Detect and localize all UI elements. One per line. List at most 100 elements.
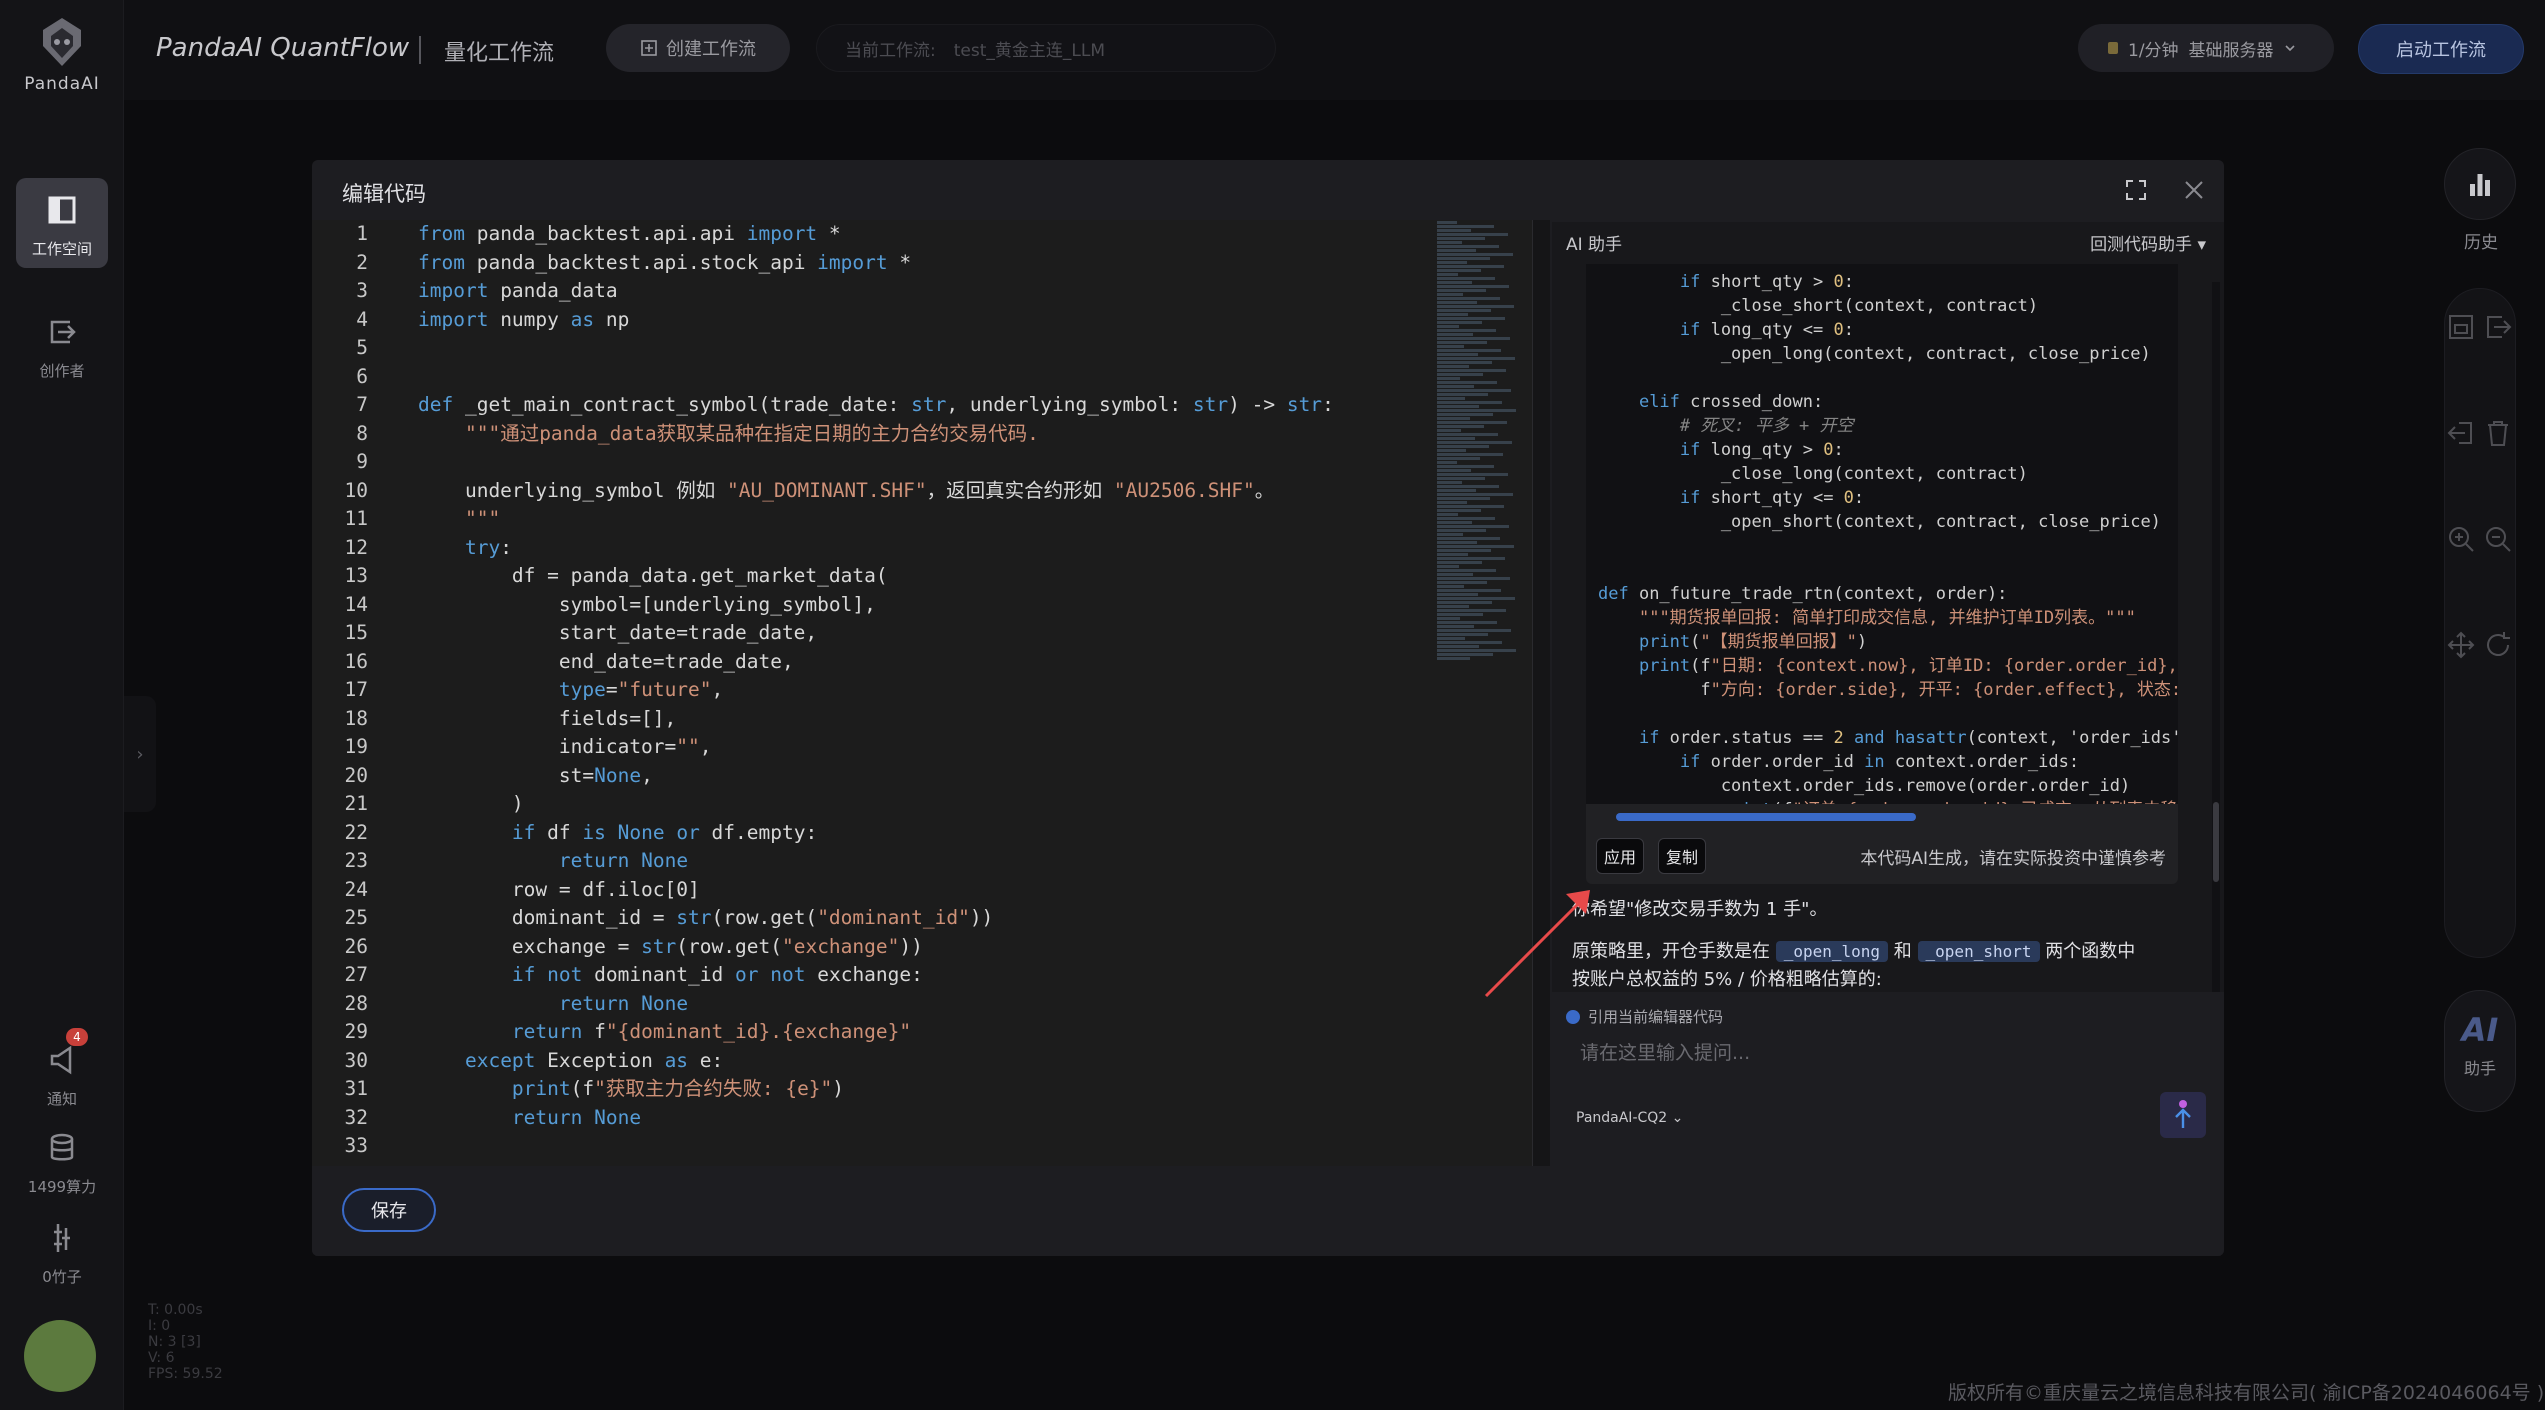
export-icon[interactable] [2482, 311, 2514, 343]
code-hscrollbar[interactable] [1596, 812, 2168, 822]
save-button[interactable]: 保存 [342, 1188, 436, 1232]
history-button[interactable] [2444, 148, 2516, 220]
code-line[interactable]: 6 [312, 363, 1432, 392]
minimap-line [1437, 493, 1513, 496]
code-line[interactable]: 4 import numpy as np [312, 306, 1432, 335]
minimap-line [1437, 409, 1516, 412]
quote-editor-toggle[interactable]: 引用当前编辑器代码 [1566, 1006, 1723, 1027]
sidebar-item-compute[interactable]: 1499算力 [16, 1116, 108, 1196]
line-content: st=None, [418, 763, 653, 787]
current-flow-name: test_黄金主连_LLM [953, 40, 1105, 61]
code-line[interactable]: 3 import panda_data [312, 277, 1432, 306]
minimap-line [1437, 437, 1475, 440]
code-line[interactable]: 27 if not dominant_id or not exchange: [312, 961, 1432, 990]
minimap-line [1437, 489, 1476, 492]
server-select[interactable]: 1/分钟 基础服务器 [2078, 24, 2334, 72]
divider [419, 36, 421, 64]
minimap-line [1437, 413, 1493, 416]
code-line[interactable]: 26 exchange = str(row.get("exchange")) [312, 933, 1432, 962]
code-line[interactable]: 2 from panda_backtest.api.stock_api impor… [312, 249, 1432, 278]
minimap-line [1437, 589, 1501, 592]
code-line[interactable]: 33 [312, 1132, 1432, 1161]
line-number: 30 [344, 1048, 368, 1072]
editor-scrollbar[interactable] [1532, 220, 1550, 1166]
line-number: 5 [356, 336, 368, 359]
scroll-thumb[interactable] [2213, 802, 2219, 882]
move-icon[interactable] [2445, 629, 2477, 661]
close-icon[interactable] [2182, 178, 2206, 202]
code-line[interactable]: 8 """通过panda_data获取某品种在指定日期的主力合约交易代码. [312, 420, 1432, 449]
save-icon[interactable] [2445, 311, 2477, 343]
code-line[interactable]: 1 from panda_backtest.api.api import * [312, 220, 1432, 249]
minimap-line [1437, 565, 1459, 568]
code-line[interactable]: 29 return f"{dominant_id}.{exchange}" [312, 1018, 1432, 1047]
code-line[interactable]: 20 st=None, [312, 762, 1432, 791]
sidebar-item-notify[interactable]: 4 通知 [16, 1028, 108, 1108]
ai-chat-scroll[interactable]: if short_qty > 0: _close_short(context, … [1552, 264, 2212, 994]
minimap-line [1437, 557, 1505, 560]
code-line[interactable]: 23 return None [312, 847, 1432, 876]
line-content: exchange = str(row.get("exchange")) [418, 934, 923, 958]
app-logo[interactable]: PandaAI [20, 16, 104, 94]
question-input[interactable]: 请在这里输入提问... [1580, 1038, 1750, 1065]
minimap-line [1437, 517, 1495, 520]
code-minimap[interactable] [1437, 220, 1537, 780]
minimap-line [1437, 329, 1496, 332]
code-line[interactable]: 30 except Exception as e: [312, 1047, 1432, 1076]
create-workflow-button[interactable]: 创建工作流 [606, 24, 790, 72]
sidebar-expand-handle[interactable]: › [124, 696, 156, 812]
sidebar-item-workspace[interactable]: 工作空间 [16, 178, 108, 268]
apply-button[interactable]: 应用 [1596, 838, 1644, 874]
code-line[interactable]: 19 indicator="", [312, 733, 1432, 762]
trash-icon[interactable] [2482, 417, 2514, 449]
current-workflow-field[interactable]: 当前工作流: test_黄金主连_LLM [816, 24, 1276, 72]
assistant-button[interactable]: AI 助手 [2444, 990, 2516, 1112]
refresh-icon[interactable] [2482, 629, 2514, 661]
code-line[interactable]: 31 print(f"获取主力合约失败: {e}") [312, 1075, 1432, 1104]
code-line[interactable]: 14 symbol=[underlying_symbol], [312, 591, 1432, 620]
code-line[interactable]: 9 [312, 448, 1432, 477]
model-select[interactable]: PandaAI-CQ2 ⌄ [1576, 1110, 1683, 1126]
code-line[interactable]: 7 def _get_main_contract_symbol(trade_dat… [312, 391, 1432, 420]
code-line[interactable]: 28 return None [312, 990, 1432, 1019]
code-line[interactable]: 24 row = df.iloc[0] [312, 876, 1432, 905]
code-line[interactable]: 22 if df is None or df.empty: [312, 819, 1432, 848]
code-editor[interactable]: 1 from panda_backtest.api.api import * 2 fr… [312, 220, 1532, 1166]
code-line[interactable]: 21 ) [312, 790, 1432, 819]
sidebar-item-bamboo[interactable]: 0竹子 [16, 1206, 108, 1286]
zoom-out-icon[interactable] [2482, 523, 2514, 555]
import-icon[interactable] [2445, 417, 2477, 449]
scroll-thumb[interactable] [1616, 813, 1916, 821]
sidebar-item-label: 1499算力 [27, 1178, 97, 1196]
code-line[interactable]: 5 [312, 334, 1432, 363]
fullscreen-icon[interactable] [2124, 178, 2148, 202]
zoom-in-icon[interactable] [2445, 523, 2477, 555]
line-number: 8 [356, 421, 368, 445]
snippet-line: if order.status == 2 and hasattr(context… [1638, 728, 2178, 748]
code-line[interactable]: 18 fields=[], [312, 705, 1432, 734]
code-line[interactable]: 12 try: [312, 534, 1432, 563]
copy-button[interactable]: 复制 [1658, 838, 1706, 874]
code-line[interactable]: 25 dominant_id = str(row.get("dominant_i… [312, 904, 1432, 933]
code-line[interactable]: 10 underlying_symbol 例如 "AU_DOMINANT.SHF… [312, 477, 1432, 506]
line-content: return f"{dominant_id}.{exchange}" [511, 1020, 912, 1043]
minimap-line [1437, 521, 1472, 524]
code-line[interactable]: 16 end_date=trade_date, [312, 648, 1432, 677]
minimap-line [1437, 349, 1501, 352]
code-line[interactable]: 17 type="future", [312, 676, 1432, 705]
radio-icon [1566, 1009, 1580, 1024]
ai-panel-scrollbar[interactable] [2212, 282, 2220, 1002]
assistant-mode-select[interactable]: 回测代码助手 ▾ [2090, 230, 2206, 255]
avatar[interactable] [24, 1320, 96, 1392]
sidebar-item-creator[interactable]: 创作者 [16, 300, 108, 390]
code-line[interactable]: 32 return None [312, 1104, 1432, 1133]
code-line[interactable]: 11 """ [312, 505, 1432, 534]
snippet-line: print(f"日期: {context.now}, 订单ID: {order.… [1638, 656, 2178, 676]
code-line[interactable]: 13 df = panda_data.get_market_data( [312, 562, 1432, 591]
chevron-down-icon [2284, 45, 2295, 52]
creator-icon [50, 320, 76, 344]
brand-name: PandaAI QuantFlow [156, 33, 410, 63]
code-line[interactable]: 15 start_date=trade_date, [312, 619, 1432, 648]
send-button[interactable] [2160, 1092, 2206, 1138]
start-workflow-button[interactable]: 启动工作流 [2358, 24, 2524, 74]
